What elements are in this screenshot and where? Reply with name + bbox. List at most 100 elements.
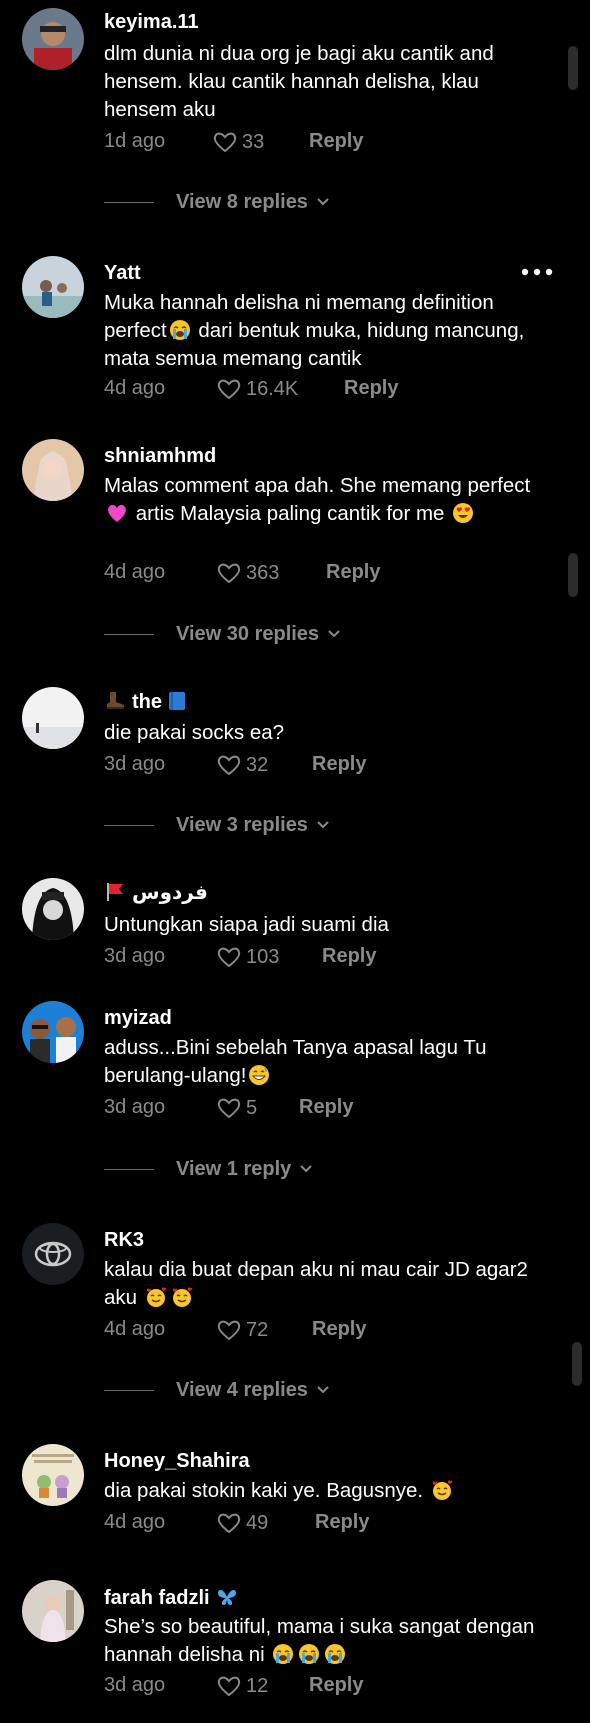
view-replies-button[interactable]: View 4 replies (104, 1377, 330, 1403)
heart-outline-icon (213, 132, 237, 153)
smiling-hearts-emoji-icon (172, 1287, 193, 1307)
like-count: 32 (246, 753, 269, 776)
comment-username[interactable]: myizad (104, 1007, 172, 1030)
like-count: 12 (246, 1674, 269, 1697)
comment-text: Malas comment apa dah. She memang perfec… (104, 474, 531, 525)
comment-text: dlm dunia ni dua org je bagi aku cantik … (104, 42, 494, 121)
view-replies-label: View 4 replies (176, 1378, 308, 1401)
reply-button[interactable]: Reply (315, 1511, 369, 1534)
heart-outline-icon (217, 1098, 241, 1119)
like-button[interactable]: 363 (216, 561, 279, 585)
like-button[interactable]: 49 (216, 1511, 268, 1535)
comment-text: aduss...Bini sebelah Tanya apasal lagu T… (104, 1036, 487, 1087)
view-replies-button[interactable]: View 3 replies (104, 812, 330, 838)
chevron-down-icon (317, 1386, 329, 1394)
comment-time: 3d ago (104, 753, 166, 775)
heart-outline-icon (217, 1676, 241, 1697)
chevron-down-icon (328, 630, 340, 638)
divider (104, 1389, 154, 1391)
like-button[interactable]: 33 (212, 130, 264, 154)
comment-username[interactable]: the (104, 690, 190, 714)
reply-button[interactable]: Reply (309, 130, 363, 153)
loudly-crying-emoji-icon (299, 1644, 320, 1664)
avatar[interactable] (22, 1223, 84, 1285)
heart-outline-icon (217, 1513, 241, 1534)
comment-username[interactable]: keyima.11 (104, 11, 199, 34)
comment-username[interactable]: Yatt (104, 262, 141, 285)
avatar[interactable] (22, 8, 84, 70)
avatar[interactable] (22, 1001, 84, 1063)
view-replies-label: View 1 reply (176, 1157, 292, 1180)
comment-time: 1d ago (104, 130, 166, 152)
comment-username[interactable]: RK3 (104, 1229, 144, 1252)
comment-time: 4d ago (104, 1318, 166, 1340)
comment-username[interactable]: farah fadzli (104, 1586, 240, 1610)
divider (104, 824, 154, 826)
like-count: 103 (246, 945, 280, 968)
chevron-down-icon (317, 821, 329, 829)
heart-outline-icon (217, 1320, 241, 1341)
blue-butterfly-emoji-icon (217, 1589, 236, 1605)
view-replies-button[interactable]: View 8 replies (104, 189, 330, 215)
reply-button[interactable]: Reply (312, 753, 366, 776)
like-button[interactable]: 103 (216, 945, 279, 969)
comment-time: 4d ago (104, 1511, 166, 1533)
reply-button[interactable]: Reply (299, 1096, 353, 1119)
view-replies-button[interactable]: View 30 replies (104, 621, 341, 647)
like-button[interactable]: 12 (216, 1674, 268, 1698)
more-options-icon[interactable] (520, 267, 554, 277)
reply-button[interactable]: Reply (309, 1674, 363, 1697)
like-button[interactable]: 16.4K (216, 377, 298, 401)
heart-outline-icon (217, 379, 241, 400)
comment-text: Untungkan siapa jadi suami dia (104, 913, 389, 936)
view-replies-label: View 8 replies (176, 190, 308, 213)
scrollbar-thumb[interactable] (568, 46, 578, 90)
like-count: 33 (242, 130, 265, 153)
comment-time: 4d ago (104, 561, 166, 583)
comment-username[interactable]: فردوس (104, 880, 208, 905)
comment-username[interactable]: shniamhmd (104, 445, 216, 468)
like-button[interactable]: 5 (216, 1096, 257, 1120)
chevron-down-icon (300, 1165, 312, 1173)
reply-button[interactable]: Reply (312, 1318, 366, 1341)
heart-outline-icon (217, 947, 241, 968)
avatar[interactable] (22, 256, 84, 318)
like-count: 16.4K (246, 377, 299, 400)
divider (104, 201, 154, 203)
reply-button[interactable]: Reply (326, 561, 380, 584)
reply-button[interactable]: Reply (344, 377, 398, 400)
avatar[interactable] (22, 878, 84, 940)
reply-button[interactable]: Reply (322, 945, 376, 968)
divider (104, 633, 154, 635)
loudly-crying-emoji-icon (169, 320, 190, 340)
comment-text: kalau dia buat depan aku ni mau cair JD … (104, 1258, 528, 1309)
scrollbar-thumb[interactable] (568, 553, 578, 597)
loudly-crying-emoji-icon (273, 1644, 294, 1664)
divider (104, 1168, 154, 1170)
chevron-down-icon (317, 198, 329, 206)
grinning-sweat-emoji-icon (249, 1065, 270, 1085)
comment-text: die pakai socks ea? (104, 721, 285, 744)
scrollbar-thumb[interactable] (572, 1342, 582, 1386)
blue-book-emoji-icon (169, 692, 185, 710)
comment-text: She’s so beautiful, mama i suka sangat d… (104, 1615, 535, 1666)
like-count: 72 (246, 1318, 269, 1341)
heart-outline-icon (217, 563, 241, 584)
like-button[interactable]: 72 (216, 1318, 268, 1342)
view-replies-button[interactable]: View 1 reply (104, 1156, 313, 1182)
comment-username[interactable]: Honey_Shahira (104, 1450, 250, 1473)
like-count: 49 (246, 1511, 269, 1534)
avatar[interactable] (22, 439, 84, 501)
red-flag-emoji-icon (107, 883, 123, 901)
pink-heart-emoji-icon (108, 504, 126, 522)
view-replies-label: View 30 replies (176, 622, 320, 645)
like-button[interactable]: 32 (216, 753, 268, 777)
avatar[interactable] (22, 687, 84, 749)
boot-emoji-icon (107, 692, 124, 709)
avatar[interactable] (22, 1580, 84, 1642)
avatar[interactable] (22, 1444, 84, 1506)
like-count: 363 (246, 561, 280, 584)
comment-time: 3d ago (104, 1096, 166, 1118)
comment-time: 4d ago (104, 377, 166, 399)
heart-outline-icon (217, 755, 241, 776)
